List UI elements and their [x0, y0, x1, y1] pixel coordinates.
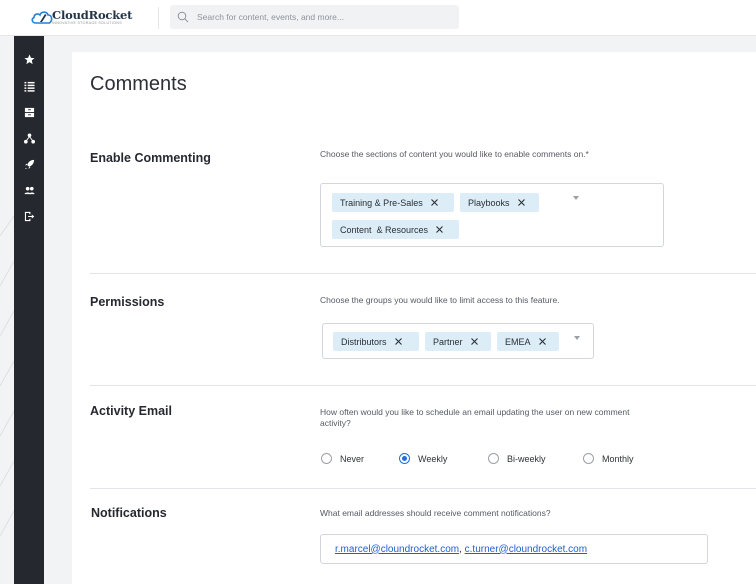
- radio-bi-weekly[interactable]: Bi-weekly: [488, 453, 546, 464]
- tag-content-resources: Content & Resources: [332, 220, 459, 239]
- enable-commenting-hint: Choose the sections of content you would…: [320, 149, 589, 159]
- activity-email-hint: How often would you like to schedule an …: [320, 407, 630, 428]
- chevron-down-icon[interactable]: [574, 336, 580, 340]
- logout-icon: [24, 211, 34, 221]
- radio-weekly[interactable]: Weekly: [399, 453, 447, 464]
- top-bar: CloudRocket INNOVATIVE STORAGE SOLUTIONS: [0, 0, 756, 36]
- section-divider: [90, 273, 756, 274]
- users-icon: [23, 186, 35, 194]
- notification-emails-field[interactable]: r.marcel@cloundrocket.com, c.turner@clou…: [320, 534, 708, 564]
- remove-tag-icon[interactable]: [470, 337, 479, 346]
- remove-tag-icon[interactable]: [435, 225, 444, 234]
- search-icon: [177, 11, 189, 23]
- tag-partner: Partner: [425, 332, 491, 351]
- remove-tag-icon[interactable]: [430, 198, 439, 207]
- cloud-rocket-logo-icon: [31, 11, 53, 24]
- tag-label: Distributors: [341, 336, 387, 347]
- email-link[interactable]: c.turner@cloundrocket.com: [465, 544, 587, 555]
- rocket-icon: [24, 159, 34, 169]
- list-icon: [23, 81, 35, 92]
- tag-label: Partner: [433, 336, 463, 347]
- remove-tag-icon[interactable]: [538, 337, 547, 346]
- tag-label: EMEA: [505, 336, 531, 347]
- section-divider: [90, 488, 756, 489]
- topbar-divider: [158, 7, 159, 29]
- nav-item-logout[interactable]: [14, 206, 44, 226]
- radio-button[interactable]: [583, 453, 594, 464]
- tag-playbooks: Playbooks: [460, 193, 539, 212]
- radio-label: Never: [340, 453, 365, 464]
- remove-tag-icon[interactable]: [517, 198, 526, 207]
- radio-button[interactable]: [321, 453, 332, 464]
- radio-button[interactable]: [488, 453, 499, 464]
- notifications-hint: What email addresses should receive comm…: [320, 508, 551, 518]
- nav-item-archive[interactable]: [14, 102, 44, 122]
- logo[interactable]: CloudRocket INNOVATIVE STORAGE SOLUTIONS: [30, 6, 148, 28]
- archive-icon: [24, 107, 34, 117]
- remove-tag-icon[interactable]: [394, 337, 403, 346]
- nav-item-list[interactable]: [14, 76, 44, 96]
- radio-monthly[interactable]: Monthly: [583, 453, 634, 464]
- brand-name: CloudRocket: [52, 8, 133, 22]
- radio-label: Bi-weekly: [507, 453, 546, 464]
- tag-distributors: Distributors: [333, 332, 419, 351]
- nav-item-users[interactable]: [14, 180, 44, 200]
- chevron-down-icon[interactable]: [573, 196, 579, 200]
- section-divider: [90, 385, 756, 386]
- radio-never[interactable]: Never: [321, 453, 364, 464]
- content-sections-select[interactable]: Training & Pre-Sales Playbooks Content &…: [320, 183, 664, 247]
- radio-button-selected[interactable]: [399, 453, 410, 464]
- nav-item-launch[interactable]: [14, 154, 44, 174]
- activity-email-label: Activity Email: [90, 404, 172, 418]
- tag-training-pre-sales: Training & Pre-Sales: [332, 193, 454, 212]
- email-link[interactable]: r.marcel@cloundrocket.com: [335, 544, 459, 555]
- star-icon: [23, 53, 35, 64]
- radio-label: Monthly: [602, 453, 634, 464]
- search-input[interactable]: [197, 5, 452, 29]
- settings-card: Comments Enable Commenting Choose the se…: [72, 52, 756, 584]
- side-navigation: [14, 36, 44, 584]
- tag-label: Training & Pre-Sales: [340, 197, 423, 208]
- network-icon: [23, 132, 35, 144]
- tag-label: Content & Resources: [340, 224, 429, 235]
- page-title: Comments: [90, 73, 187, 95]
- permissions-label: Permissions: [90, 295, 165, 309]
- radio-label: Weekly: [418, 453, 448, 464]
- notifications-label: Notifications: [91, 506, 167, 520]
- brand-tagline: INNOVATIVE STORAGE SOLUTIONS: [52, 21, 122, 25]
- permission-groups-select[interactable]: Distributors Partner EMEA: [322, 323, 594, 359]
- background-decoration: [0, 215, 14, 537]
- nav-item-favorites[interactable]: [14, 49, 44, 69]
- tag-label: Playbooks: [468, 197, 510, 208]
- search-bar[interactable]: [170, 5, 459, 29]
- tag-emea: EMEA: [497, 332, 559, 351]
- nav-item-network[interactable]: [14, 128, 44, 148]
- enable-commenting-label: Enable Commenting: [90, 151, 211, 165]
- permissions-hint: Choose the groups you would like to limi…: [320, 295, 560, 305]
